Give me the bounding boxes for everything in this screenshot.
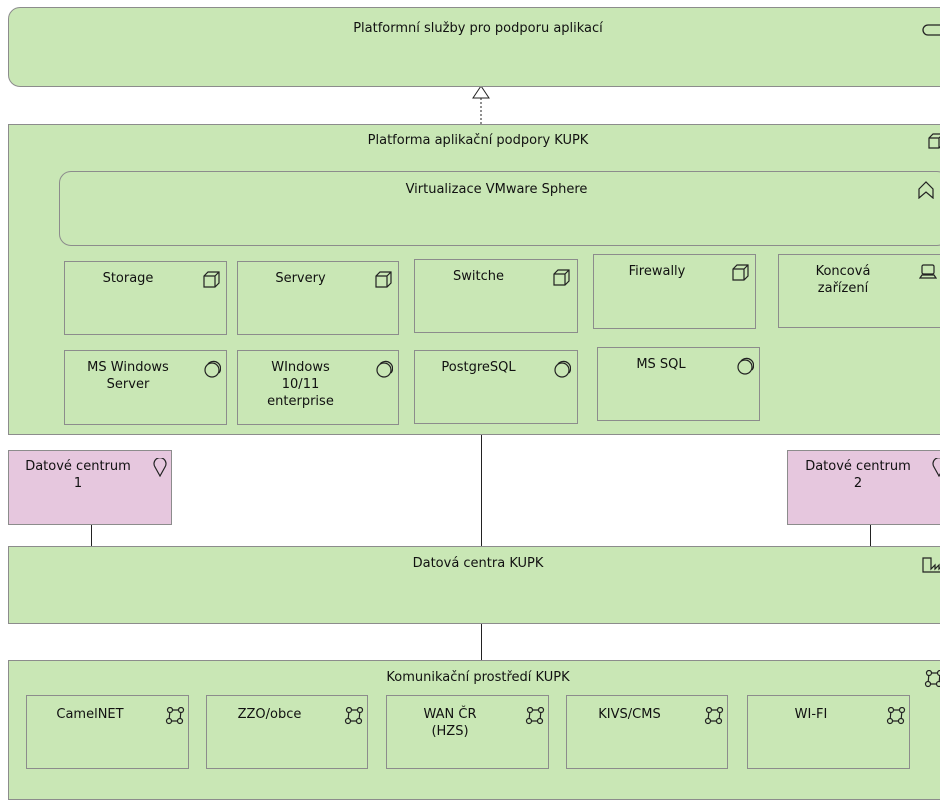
platform-node-label: Platforma aplikační podpory KUPK <box>9 132 940 149</box>
platform-services-label: Platformní služby pro podporu aplikací <box>9 20 940 37</box>
network-icon <box>525 707 545 725</box>
software-label: MS Windows Server <box>75 359 181 393</box>
network-camelnet[interactable]: CamelNET <box>26 695 189 769</box>
device-switche[interactable]: Switche <box>414 259 578 333</box>
device-koncova-zarizeni[interactable]: Koncová zařízení <box>778 254 940 328</box>
location-label: Datové centrum 2 <box>792 458 924 492</box>
software-ms-sql[interactable]: MS SQL <box>597 347 760 421</box>
device-label: Switche <box>425 268 532 285</box>
network-icon <box>704 707 724 725</box>
platform-services-box[interactable]: Platformní služby pro podporu aplikací <box>8 7 940 87</box>
communication-box[interactable]: Komunikační prostředí KUPK CamelNET ZZO/… <box>8 660 940 800</box>
network-icon <box>344 707 364 725</box>
network-zzo-obce[interactable]: ZZO/obce <box>206 695 368 769</box>
network-label: KIVS/CMS <box>577 706 682 723</box>
system-software-icon <box>203 360 221 378</box>
node-icon <box>375 271 392 288</box>
device-label: Servery <box>248 270 353 287</box>
location2-connector <box>870 524 871 547</box>
network-label: WI-FI <box>758 706 864 723</box>
device-label: Storage <box>75 270 181 287</box>
system-software-icon <box>375 360 393 378</box>
software-label: PostgreSQL <box>425 359 532 376</box>
node-icon <box>928 133 940 149</box>
virtualization-label: Virtualizace VMware Sphere <box>60 181 933 198</box>
software-label: MS SQL <box>608 356 714 373</box>
location-icon <box>153 458 167 477</box>
datacenters-to-communication-line <box>481 623 482 661</box>
node-icon <box>732 264 749 281</box>
platform-to-datacenters-line <box>481 434 482 547</box>
location1-connector <box>91 524 92 547</box>
system-software-icon <box>553 360 571 378</box>
software-ms-windows-server[interactable]: MS Windows Server <box>64 350 227 425</box>
network-wan-cr[interactable]: WAN ČR (HZS) <box>386 695 549 769</box>
network-kivs-cms[interactable]: KIVS/CMS <box>566 695 728 769</box>
datacenters-label: Datová centra KUPK <box>9 555 940 572</box>
network-label: ZZO/obce <box>217 706 322 723</box>
device-label: Koncová zařízení <box>789 263 897 297</box>
device-storage[interactable]: Storage <box>64 261 227 335</box>
node-icon <box>553 269 570 286</box>
network-icon <box>924 670 940 688</box>
device-servery[interactable]: Servery <box>237 261 399 335</box>
location-icon <box>932 458 940 477</box>
location-datove-centrum-2[interactable]: Datové centrum 2 <box>787 450 940 525</box>
location-label: Datové centrum 1 <box>13 458 143 492</box>
software-label: WIndows 10/11 enterprise <box>248 359 353 410</box>
datacenters-box[interactable]: Datová centra KUPK <box>8 546 940 624</box>
node-icon <box>203 271 220 288</box>
software-windows-enterprise[interactable]: WIndows 10/11 enterprise <box>237 350 399 425</box>
virtualization-box[interactable]: Virtualizace VMware Sphere <box>59 171 940 246</box>
communication-label: Komunikační prostředí KUPK <box>9 669 940 686</box>
device-label: Firewally <box>604 263 710 280</box>
device-icon <box>919 264 937 280</box>
network-label: CamelNET <box>37 706 143 723</box>
service-icon <box>922 24 940 36</box>
network-icon <box>165 707 185 725</box>
software-postgresql[interactable]: PostgreSQL <box>414 350 578 424</box>
system-software-icon <box>736 357 754 375</box>
location-datove-centrum-1[interactable]: Datové centrum 1 <box>8 450 172 525</box>
network-label: WAN ČR (HZS) <box>397 706 503 740</box>
realization-connector <box>470 84 492 126</box>
platform-node-box[interactable]: Platforma aplikační podpory KUPK Virtual… <box>8 124 940 435</box>
function-icon <box>918 181 934 199</box>
network-icon <box>886 707 906 725</box>
device-firewally[interactable]: Firewally <box>593 254 756 329</box>
facility-icon <box>922 557 940 573</box>
network-wi-fi[interactable]: WI-FI <box>747 695 910 769</box>
